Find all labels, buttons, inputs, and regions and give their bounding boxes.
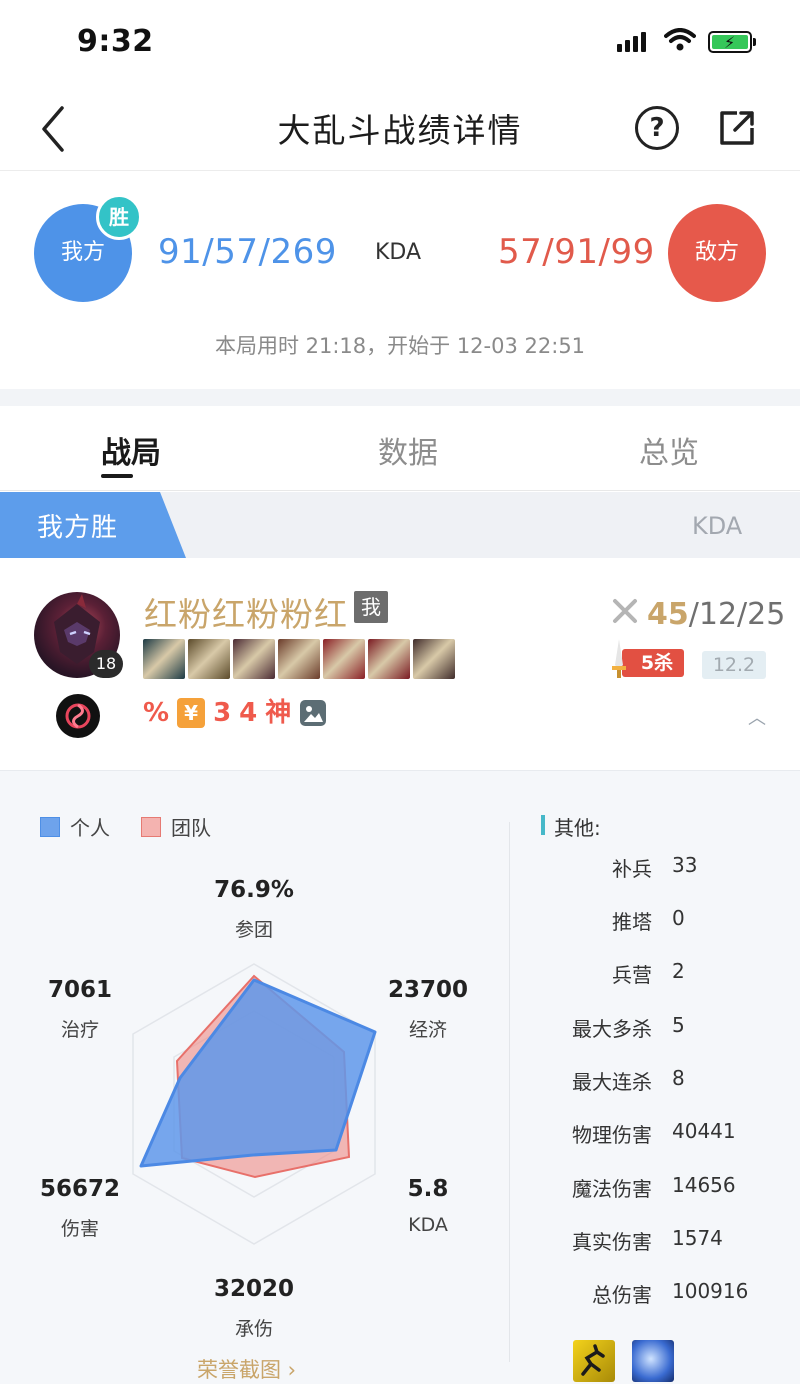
stat-value: 8: [672, 1066, 685, 1090]
rune-sprint-icon: [573, 1340, 615, 1382]
stat-label: 最大连杀: [572, 1070, 652, 1094]
stat-value: 40441: [672, 1119, 736, 1143]
stat-label: 兵营: [612, 963, 652, 987]
match-detail-screen: 9:32 ⚡ 大乱斗战绩详情 ? 我方 胜 91/57/269 KDA 57/9…: [0, 0, 800, 1384]
stat-label: 最大多杀: [572, 1017, 652, 1041]
stat-value: 100916: [672, 1279, 749, 1303]
section-marker: [541, 815, 545, 835]
others-title: 其他:: [554, 816, 601, 840]
stat-label: 推塔: [612, 910, 652, 934]
radar-taken-label: 承伤: [234, 1318, 273, 1340]
stat-label: 真实伤害: [572, 1230, 652, 1254]
stat-value: 5: [672, 1013, 685, 1037]
rune-orb-icon: [632, 1340, 674, 1382]
stat-value: 1574: [672, 1226, 723, 1250]
stat-value: 2: [672, 959, 685, 983]
stat-label: 补兵: [612, 857, 652, 881]
honor-screenshot-link[interactable]: 荣誉截图 ›: [197, 1354, 296, 1384]
stat-value: 0: [672, 906, 685, 930]
stat-value: 14656: [672, 1173, 736, 1197]
stat-label: 物理伤害: [572, 1123, 652, 1147]
stat-label: 总伤害: [592, 1283, 652, 1307]
stat-label: 魔法伤害: [572, 1177, 652, 1201]
stat-value: 33: [672, 853, 698, 877]
